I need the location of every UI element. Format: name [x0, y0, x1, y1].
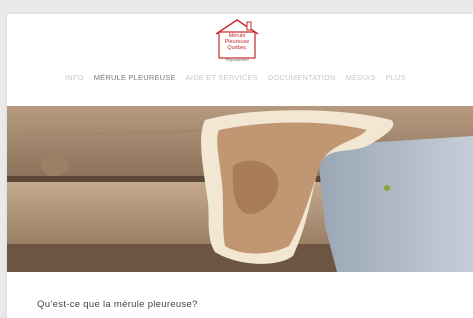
nav-item-aide-et-services[interactable]: Aide et services: [186, 73, 258, 82]
page-heading: Qu’est-ce que la mérule pleureuse?: [37, 299, 198, 310]
hero-image: [7, 106, 473, 272]
nav-item-info[interactable]: Info: [65, 73, 84, 82]
nav-item-medias[interactable]: Médias: [346, 73, 376, 82]
nav-item-documentation[interactable]: Documentation: [268, 73, 336, 82]
site-logo[interactable]: Mérule Pleureuse Québec Regroupement: [213, 18, 261, 62]
logo-wordmark: Mérule Pleureuse Québec: [213, 33, 261, 51]
nav-item-plus[interactable]: Plus: [386, 73, 406, 82]
nav-item-merule-pleureuse[interactable]: Mérule pleureuse: [94, 73, 176, 82]
page-card: Mérule Pleureuse Québec Regroupement Inf…: [7, 14, 473, 318]
fungus-photo-icon: [7, 106, 473, 272]
logo-subtitle: Regroupement: [225, 58, 249, 62]
main-nav: Info Mérule pleureuse Aide et services D…: [65, 73, 416, 82]
logo-line-3: Québec: [227, 45, 247, 51]
